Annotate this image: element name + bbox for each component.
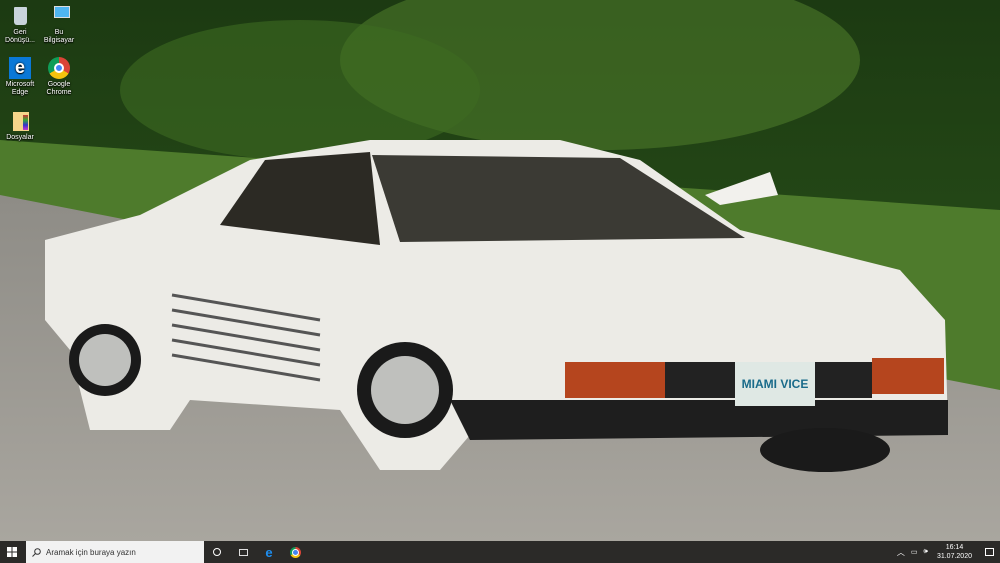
task-view-icon [238,548,248,556]
clock-time: 16:14 [945,544,964,551]
desktop-icon-label: Dosyalar [6,134,34,141]
edge-icon: e [9,57,31,79]
clock-date: 31.07.2020 [936,553,972,560]
cortana-icon [213,548,221,556]
taskbar-chrome[interactable] [282,541,308,563]
desktop-icon-edge[interactable]: e Microsoft Edge [0,57,40,97]
windows-icon [7,547,17,557]
desktop-wallpaper: MIAMI VICE [0,0,1000,541]
desktop-icon-recycle-bin[interactable]: Geri Dönüşü... [0,5,40,45]
this-pc-icon [48,5,70,27]
desktop-icon-label: Geri Dönüşü... [5,29,35,44]
desktop-icon-folder[interactable]: Dosyalar [0,110,40,142]
cortana-button[interactable] [204,541,230,563]
start-button[interactable] [0,541,24,563]
desktop-icon-label: Bu Bilgisayar [43,29,75,44]
task-view-button[interactable] [230,541,256,563]
taskbar-edge[interactable]: e [256,541,282,563]
taskbar: Aramak için buraya yazın e ︿ ▭ 🕪 16:14 3… [0,541,1000,563]
search-placeholder: Aramak için buraya yazın [46,547,136,557]
system-tray: ︿ ▭ 🕪 16:14 31.07.2020 [894,541,1000,563]
notification-icon [984,548,994,556]
desktop-icon-chrome[interactable]: Google Chrome [39,57,79,97]
action-center-button[interactable] [978,548,1000,556]
license-plate: MIAMI VICE [742,377,809,391]
recycle-bin-icon [9,5,31,27]
folder-icon [9,110,31,132]
network-icon[interactable]: ▭ [908,548,921,556]
chrome-icon [289,546,301,558]
desktop-icon-label: Microsoft Edge [5,81,35,96]
volume-icon[interactable]: 🕪 [921,548,931,556]
edge-icon: e [265,544,273,560]
desktop-icon-label: Google Chrome [46,81,72,96]
show-hidden-icons-chevron-icon[interactable]: ︿ [894,547,908,558]
chrome-icon [48,57,70,79]
search-icon [32,547,41,557]
clock[interactable]: 16:14 31.07.2020 [931,543,978,561]
search-box[interactable]: Aramak için buraya yazın [26,541,204,563]
desktop-icon-this-pc[interactable]: Bu Bilgisayar [39,5,79,45]
